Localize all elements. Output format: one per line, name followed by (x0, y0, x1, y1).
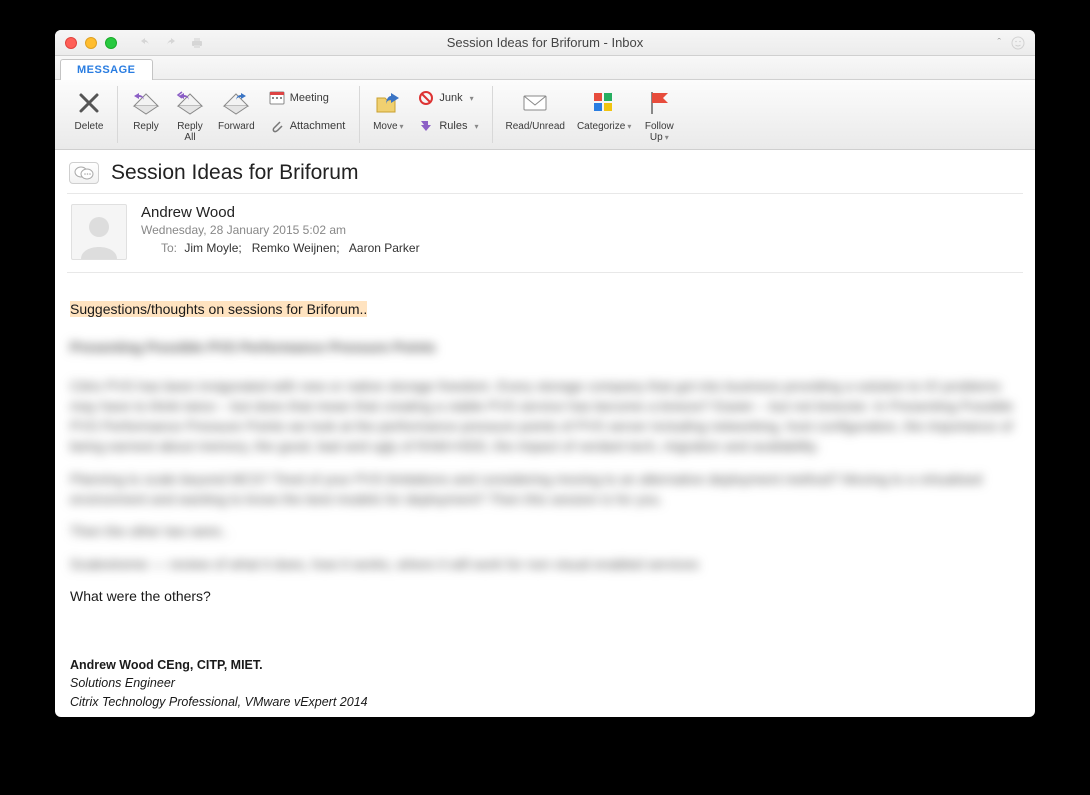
move-icon (373, 88, 403, 118)
ribbon-group-tags: Read/Unread Categorize▾ Follow Up▾ (493, 86, 687, 143)
delete-icon (74, 88, 104, 118)
recipient: Jim Moyle; (184, 241, 241, 255)
follow-up-button[interactable]: Follow Up▾ (639, 86, 679, 142)
delete-button[interactable]: Delete (69, 86, 109, 142)
print-icon[interactable] (189, 35, 205, 51)
tab-bar: MESSAGE (55, 56, 1035, 80)
categorize-button[interactable]: Categorize▾ (573, 86, 635, 142)
paperclip-icon (269, 118, 285, 134)
forward-button[interactable]: Forward (214, 86, 259, 142)
ribbon-respond-extras: Meeting Attachment (263, 86, 352, 138)
ribbon-group-respond: Reply Reply All Forward Meetin (118, 86, 360, 143)
reply-icon (131, 88, 161, 118)
sender-name: Andrew Wood (141, 204, 420, 221)
ribbon-group-move: Move▾ Junk ▾ Rules ▾ (360, 86, 493, 143)
blurred-text: Then the other two were.. (70, 521, 1017, 541)
close-window-button[interactable] (65, 37, 77, 49)
blurred-heading: Presenting Possible PVS Performance Pres… (70, 337, 1017, 357)
recipient: Remko Weijnen; (252, 241, 340, 255)
minimize-window-button[interactable] (85, 37, 97, 49)
chevron-down-icon: ▾ (400, 122, 404, 131)
tab-message[interactable]: MESSAGE (60, 59, 153, 80)
attachment-button[interactable]: Attachment (263, 114, 352, 138)
reply-all-button[interactable]: Reply All (170, 86, 210, 142)
flag-icon (644, 88, 674, 118)
rules-icon (418, 118, 434, 134)
to-label: To: (141, 241, 177, 255)
chevron-down-icon: ▾ (474, 122, 478, 131)
signature: Andrew Wood CEng, CITP, MIET. Solutions … (70, 656, 1017, 710)
blurred-text: Citrix PVS has been invigorated with new… (70, 376, 1017, 457)
envelope-icon (520, 88, 550, 118)
body-question: What were the others? (70, 586, 1017, 606)
blurred-text: Planning to scale beyond MCS? Tired of y… (70, 469, 1017, 510)
ribbon: Delete Reply Reply All Forward (55, 80, 1035, 150)
chevron-down-icon: ▾ (627, 122, 631, 131)
smiley-icon[interactable] (1011, 36, 1025, 50)
blurred-text: Scalextreme — review of what it does, ho… (70, 554, 1017, 574)
title-bar: Session Ideas for Briforum - Inbox ˆ (55, 30, 1035, 56)
calendar-icon (269, 90, 285, 106)
conversation-icon[interactable] (69, 162, 99, 184)
redo-icon[interactable] (163, 35, 179, 51)
zoom-window-button[interactable] (105, 37, 117, 49)
email-subject: Session Ideas for Briforum (111, 161, 358, 185)
header-text: Andrew Wood Wednesday, 28 January 2015 5… (141, 204, 420, 260)
ribbon-group-delete: Delete (61, 86, 118, 143)
quick-access-toolbar (137, 35, 205, 51)
avatar (71, 204, 127, 260)
move-button[interactable]: Move▾ (368, 86, 408, 142)
collapse-ribbon-button[interactable]: ˆ (997, 37, 1001, 49)
recipient: Aaron Parker (349, 241, 420, 255)
junk-button[interactable]: Junk ▾ (412, 86, 484, 110)
title-right: ˆ (997, 36, 1025, 50)
forward-icon (221, 88, 251, 118)
signature-name: Andrew Wood CEng, CITP, MIET. (70, 656, 1017, 674)
chevron-down-icon: ▾ (665, 133, 669, 142)
traffic-lights (65, 37, 117, 49)
ribbon-move-extras: Junk ▾ Rules ▾ (412, 86, 484, 138)
categorize-icon (589, 88, 619, 118)
junk-icon (418, 90, 434, 106)
email-content: Session Ideas for Briforum Andrew Wood W… (55, 150, 1035, 717)
subject-row: Session Ideas for Briforum (67, 158, 1023, 190)
signature-title: Solutions Engineer (70, 674, 1017, 692)
signature-creds: Citrix Technology Professional, VMware v… (70, 693, 1017, 711)
recipient-list: Jim Moyle; Remko Weijnen; Aaron Parker (184, 241, 419, 255)
email-window: Session Ideas for Briforum - Inbox ˆ MES… (55, 30, 1035, 717)
email-body: Suggestions/thoughts on sessions for Bri… (67, 273, 1023, 711)
reply-all-icon (175, 88, 205, 118)
body-first-line: Suggestions/thoughts on sessions for Bri… (70, 301, 367, 317)
meeting-button[interactable]: Meeting (263, 86, 352, 110)
email-header: Andrew Wood Wednesday, 28 January 2015 5… (67, 193, 1023, 273)
undo-icon[interactable] (137, 35, 153, 51)
reply-button[interactable]: Reply (126, 86, 166, 142)
to-row: To: Jim Moyle; Remko Weijnen; Aaron Park… (141, 241, 420, 255)
chevron-down-icon: ▾ (470, 94, 474, 103)
read-unread-button[interactable]: Read/Unread (501, 86, 568, 142)
rules-button[interactable]: Rules ▾ (412, 114, 484, 138)
sent-date: Wednesday, 28 January 2015 5:02 am (141, 223, 420, 237)
